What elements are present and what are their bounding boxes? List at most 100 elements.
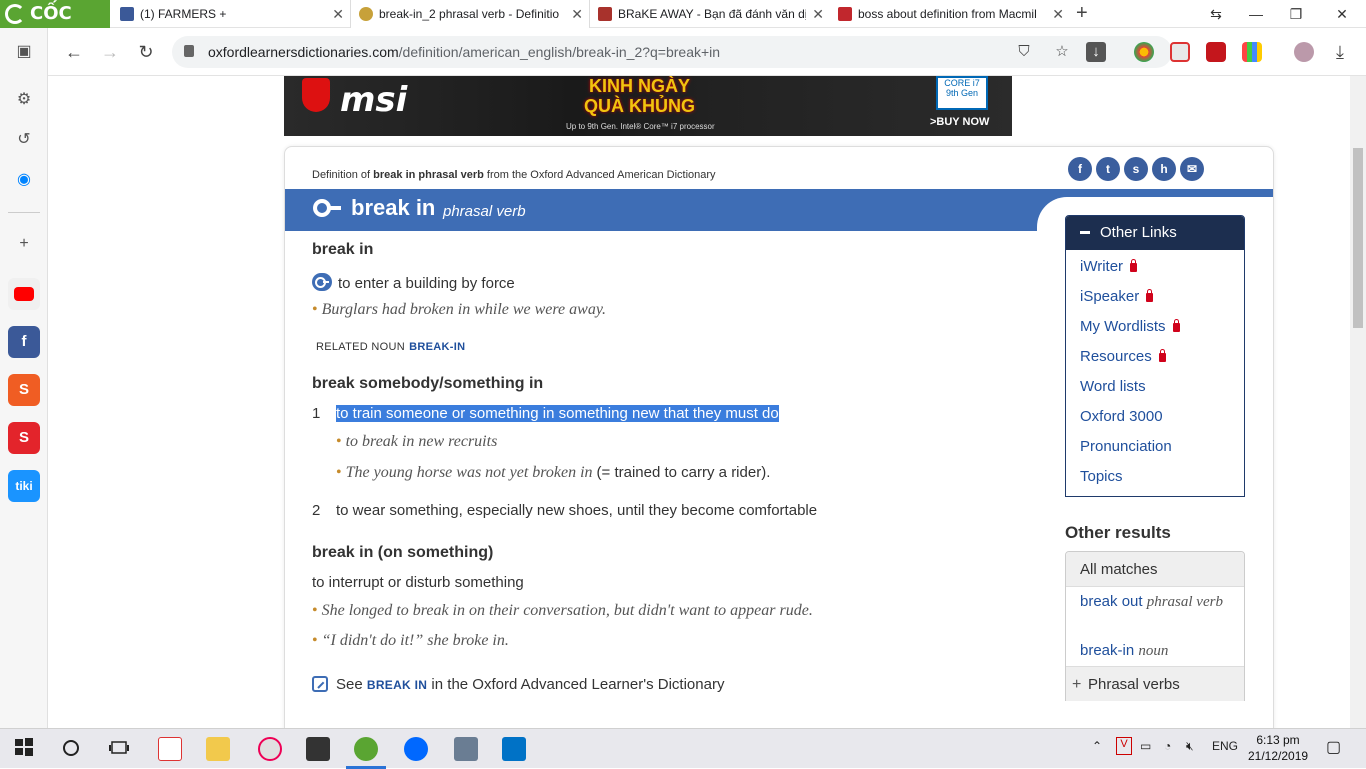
- other-link-resources[interactable]: Resources: [1080, 348, 1166, 365]
- chrome-extension-icon[interactable]: [1134, 42, 1154, 62]
- tab-brake-away[interactable]: BRaKE AWAY - Bạn đã đánh văn dị ✕: [590, 0, 830, 28]
- wifi-icon[interactable]: ◔: [1164, 739, 1171, 753]
- download-page-icon[interactable]: ↓: [1086, 42, 1106, 62]
- twitter-share-icon[interactable]: t: [1096, 157, 1120, 181]
- sendo-icon[interactable]: S: [8, 422, 40, 454]
- settings-gear-icon[interactable]: ⚙: [12, 88, 36, 112]
- tab-oxford[interactable]: break-in_2 phrasal verb - Definitio ✕: [350, 0, 590, 28]
- see-prefix: See: [336, 676, 367, 693]
- coccoc-taskbar-icon[interactable]: [354, 737, 378, 761]
- outlook-icon[interactable]: [502, 737, 526, 761]
- selected-definition-text[interactable]: to train someone or something in somethi…: [336, 405, 779, 422]
- result-break-out[interactable]: break out phrasal verb: [1080, 591, 1240, 613]
- shopee-icon[interactable]: S: [8, 374, 40, 406]
- downloads-icon[interactable]: ⤓: [1328, 40, 1352, 64]
- coccoc-logo[interactable]: CỐC CỐC: [0, 0, 110, 52]
- adblock-icon[interactable]: [1170, 42, 1190, 62]
- windows-start-icon[interactable]: [14, 737, 38, 761]
- other-link-pronunciation[interactable]: Pronunciation: [1080, 438, 1172, 455]
- tab-title: break-in_2 phrasal verb - Definitio: [379, 7, 560, 21]
- see-also-link[interactable]: BREAK IN: [367, 678, 427, 692]
- all-matches-tab[interactable]: All matches: [1066, 552, 1244, 587]
- other-link-word-lists[interactable]: Word lists: [1080, 378, 1146, 395]
- app-icon-1[interactable]: [158, 737, 182, 761]
- expand-plus-icon: +: [1072, 676, 1082, 693]
- messenger-icon[interactable]: ◉: [12, 168, 36, 192]
- add-app-icon[interactable]: +: [12, 232, 36, 256]
- color-extension-icon[interactable]: [1242, 42, 1262, 62]
- volume-muted-icon[interactable]: 🔇︎: [1186, 739, 1194, 754]
- task-view-icon[interactable]: [108, 737, 132, 761]
- collapse-minus-icon[interactable]: [1080, 231, 1090, 234]
- tab-facebook[interactable]: (1) FARMERS + ✕: [112, 0, 350, 28]
- other-links-title: Other Links: [1100, 224, 1177, 241]
- dictionary-entry-card: Definition of break in phrasal verb from…: [284, 146, 1274, 728]
- zalo-icon[interactable]: [404, 737, 428, 761]
- close-tab-icon[interactable]: ✕: [812, 0, 824, 28]
- tab-macmillan[interactable]: boss about definition from Macmil ✕: [830, 0, 1070, 28]
- url-text[interactable]: oxfordlearnersdictionaries.com/definitio…: [208, 36, 720, 68]
- close-tab-icon[interactable]: ✕: [332, 0, 344, 28]
- facebook-app-icon[interactable]: f: [8, 326, 40, 358]
- address-bar[interactable]: oxfordlearnersdictionaries.com/definitio…: [172, 36, 1172, 68]
- tray-expand-icon[interactable]: ⌃: [1092, 739, 1102, 753]
- padlock-icon: [1158, 349, 1166, 362]
- page-scrollbar[interactable]: [1350, 76, 1366, 728]
- input-language[interactable]: ENG: [1212, 739, 1238, 753]
- search-circle-icon[interactable]: [60, 737, 84, 761]
- file-explorer-icon[interactable]: [206, 737, 230, 761]
- external-link-icon[interactable]: [312, 676, 328, 692]
- extension-red-icon[interactable]: [1206, 42, 1226, 62]
- macmillan-favicon-icon: [838, 7, 852, 21]
- tiki-icon[interactable]: tiki: [8, 470, 40, 502]
- facebook-share-icon[interactable]: f: [1068, 157, 1092, 181]
- other-link-oxford-3000[interactable]: Oxford 3000: [1080, 408, 1163, 425]
- related-link[interactable]: BREAK-IN: [409, 341, 465, 353]
- history-icon[interactable]: ↺: [12, 128, 36, 152]
- page-content: msi KINH NGÀY QUÀ KHỦNG Up to 9th Gen. In…: [48, 76, 1350, 728]
- phrasal-verbs-toggle[interactable]: + Phrasal verbs: [1066, 666, 1244, 701]
- back-button[interactable]: ←: [62, 40, 86, 64]
- see-suffix: in the Oxford Advanced Learner's Diction…: [427, 676, 725, 693]
- other-link-iwriter[interactable]: iWriter: [1080, 258, 1138, 275]
- profile-avatar[interactable]: [1294, 42, 1314, 62]
- app-icon-notes[interactable]: [306, 737, 330, 761]
- example-text: Burglars had broken in while we were awa…: [321, 301, 607, 318]
- close-tab-icon[interactable]: ✕: [1052, 0, 1064, 28]
- other-link-topics[interactable]: Topics: [1080, 468, 1123, 485]
- tab-search-icon[interactable]: ⇆: [1196, 0, 1236, 28]
- oxford-3000-key-icon[interactable]: [312, 273, 332, 291]
- email-share-icon[interactable]: ✉: [1180, 157, 1204, 181]
- lock-icon[interactable]: [184, 45, 194, 57]
- new-tab-button[interactable]: +: [1076, 2, 1088, 25]
- other-links-header[interactable]: Other Links: [1066, 216, 1244, 250]
- shield-favicon-icon: [598, 7, 612, 21]
- ad-cpu-text: CORE i7: [944, 78, 980, 88]
- tab-title: (1) FARMERS +: [140, 7, 227, 21]
- sidebar-toggle-icon[interactable]: ▣: [12, 40, 36, 64]
- other-link-ispeaker[interactable]: iSpeaker: [1080, 288, 1154, 305]
- app-icon-utility[interactable]: [454, 737, 478, 761]
- close-window-button[interactable]: ✕: [1322, 0, 1362, 28]
- maximize-button[interactable]: ❐: [1276, 0, 1316, 28]
- battery-icon[interactable]: ▭: [1140, 739, 1151, 753]
- minimize-button[interactable]: —: [1236, 0, 1276, 28]
- youtube-icon[interactable]: [8, 278, 40, 310]
- paint-icon[interactable]: [258, 737, 282, 761]
- scrollbar-thumb[interactable]: [1353, 148, 1363, 328]
- shield-icon[interactable]: ⛉: [1014, 42, 1034, 62]
- tray-antivirus-icon[interactable]: V: [1116, 737, 1132, 755]
- forward-button[interactable]: →: [98, 40, 122, 64]
- notifications-icon[interactable]: ▢: [1326, 737, 1341, 757]
- hi5-share-icon[interactable]: h: [1152, 157, 1176, 181]
- result-pos: noun: [1138, 643, 1169, 659]
- other-link-my-wordlists[interactable]: My Wordlists: [1080, 318, 1180, 335]
- close-tab-icon[interactable]: ✕: [571, 0, 583, 28]
- advertisement-banner[interactable]: msi KINH NGÀY QUÀ KHỦNG Up to 9th Gen. In…: [284, 76, 1012, 136]
- system-clock[interactable]: 6:13 pm 21/12/2019: [1248, 732, 1308, 764]
- bookmark-star-icon[interactable]: ☆: [1052, 42, 1072, 62]
- reload-button[interactable]: ↻: [134, 40, 158, 64]
- result-break-in-noun[interactable]: break-in noun: [1080, 640, 1240, 662]
- stumbleupon-share-icon[interactable]: s: [1124, 157, 1148, 181]
- ad-buy-now[interactable]: >BUY NOW: [930, 116, 989, 128]
